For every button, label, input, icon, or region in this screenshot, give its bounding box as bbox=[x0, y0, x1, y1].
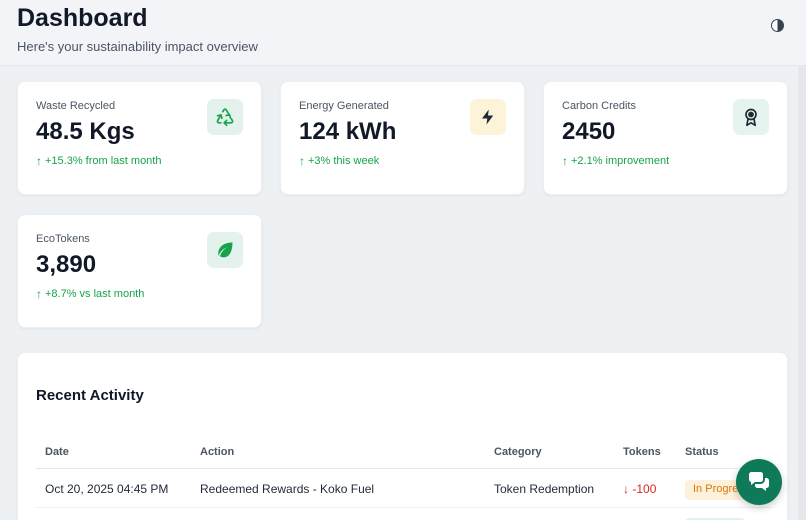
column-header-status: Status bbox=[685, 446, 719, 458]
recycle-icon bbox=[207, 99, 243, 135]
stat-card-carbon-credits: Carbon Credits 2450 ↑ +2.1% improvement bbox=[543, 81, 788, 195]
stat-change-text: +8.7% vs last month bbox=[45, 288, 145, 300]
arrow-down-icon: ↓ bbox=[623, 482, 629, 496]
page-subtitle: Here's your sustainability impact overvi… bbox=[17, 39, 258, 54]
stat-value: 2450 bbox=[562, 118, 616, 145]
stat-value: 48.5 Kgs bbox=[36, 118, 135, 145]
stat-card-waste-recycled: Waste Recycled 48.5 Kgs ↑ +15.3% from la… bbox=[17, 81, 262, 195]
lightning-icon bbox=[470, 99, 506, 135]
column-header-tokens: Tokens bbox=[623, 446, 661, 458]
cell-tokens: ↓ -100 bbox=[623, 482, 656, 496]
column-header-action: Action bbox=[200, 446, 235, 458]
stat-change: ↑ +15.3% from last month bbox=[36, 154, 161, 168]
stat-value: 124 kWh bbox=[299, 118, 397, 145]
stat-change-text: +3% this week bbox=[308, 155, 380, 167]
arrow-up-icon: ↑ bbox=[299, 154, 305, 168]
page-header: Dashboard Here's your sustainability imp… bbox=[0, 0, 806, 66]
stat-label: Carbon Credits bbox=[562, 100, 636, 112]
cell-category: Token Redemption bbox=[494, 482, 595, 496]
stat-change-text: +15.3% from last month bbox=[45, 155, 162, 167]
recent-activity-title: Recent Activity bbox=[36, 387, 144, 404]
chat-bubbles-icon[interactable] bbox=[736, 459, 782, 505]
column-header-date: Date bbox=[45, 446, 69, 458]
scrollbar[interactable] bbox=[798, 66, 806, 520]
cell-date: Oct 20, 2025 04:45 PM bbox=[45, 482, 169, 496]
table-row[interactable]: Oct 20, 2025 04:45 PM Redeemed Rewards -… bbox=[36, 470, 771, 508]
page-title: Dashboard bbox=[17, 4, 148, 32]
arrow-up-icon: ↑ bbox=[36, 287, 42, 301]
stat-change: ↑ +8.7% vs last month bbox=[36, 287, 144, 301]
cell-action: Redeemed Rewards - Koko Fuel bbox=[200, 482, 375, 496]
stat-label: EcoTokens bbox=[36, 233, 90, 245]
leaf-icon bbox=[207, 232, 243, 268]
arrow-up-icon: ↑ bbox=[562, 154, 568, 168]
column-header-category: Category bbox=[494, 446, 542, 458]
contrast-icon[interactable] bbox=[771, 19, 784, 32]
award-badge-icon bbox=[733, 99, 769, 135]
recent-activity-card: Recent Activity Date Action Category Tok… bbox=[17, 352, 788, 520]
stat-change: ↑ +2.1% improvement bbox=[562, 154, 669, 168]
stat-card-energy-generated: Energy Generated 124 kWh ↑ +3% this week bbox=[280, 81, 525, 195]
cell-tokens-value: -100 bbox=[632, 482, 657, 496]
arrow-up-icon: ↑ bbox=[36, 154, 42, 168]
stat-label: Waste Recycled bbox=[36, 100, 116, 112]
stat-label: Energy Generated bbox=[299, 100, 389, 112]
stat-value: 3,890 bbox=[36, 251, 97, 278]
stat-card-ecotokens: EcoTokens 3,890 ↑ +8.7% vs last month bbox=[17, 214, 262, 328]
stat-change-text: +2.1% improvement bbox=[571, 155, 670, 167]
stat-change: ↑ +3% this week bbox=[299, 154, 379, 168]
table-header: Date Action Category Tokens Status bbox=[36, 446, 771, 469]
